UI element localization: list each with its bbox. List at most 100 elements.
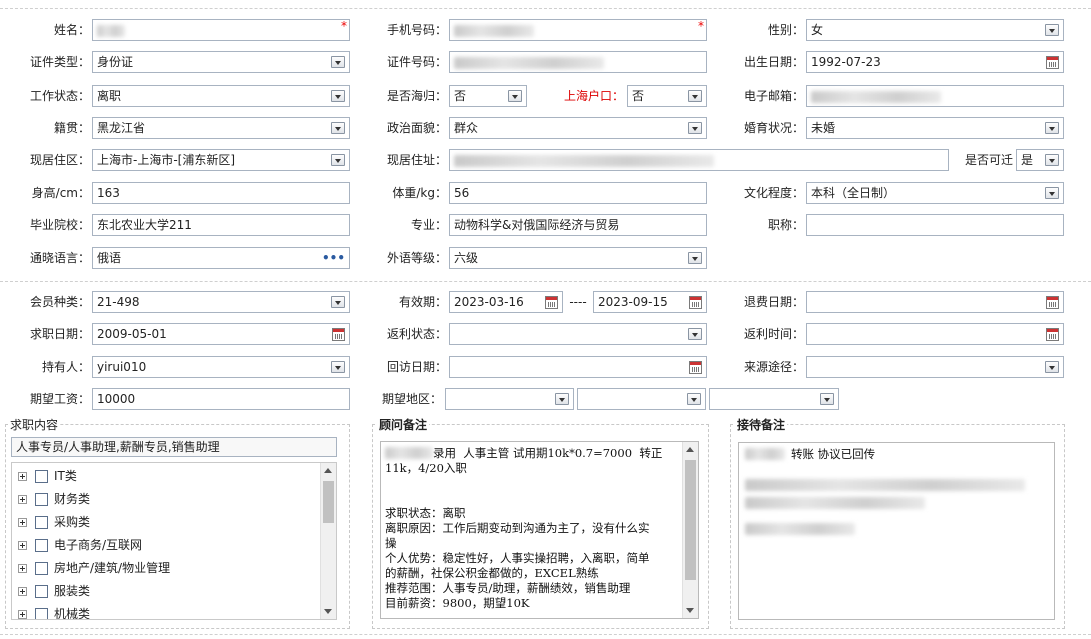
tree-item[interactable]: 机械类 bbox=[18, 604, 90, 619]
dropdown-arrow-icon[interactable] bbox=[331, 154, 345, 166]
gender-label: 性别： bbox=[767, 23, 804, 37]
checkbox[interactable] bbox=[35, 516, 48, 529]
calendar-icon[interactable] bbox=[689, 361, 702, 374]
work-status-select[interactable]: 离职 bbox=[92, 85, 350, 107]
idtype-select[interactable]: 身份证 bbox=[92, 51, 350, 73]
checkbox[interactable] bbox=[35, 493, 48, 506]
school-field[interactable]: 东北农业大学211 bbox=[92, 214, 350, 236]
expand-icon[interactable] bbox=[18, 495, 27, 504]
email-field[interactable] bbox=[806, 85, 1064, 107]
region-select-3[interactable] bbox=[709, 388, 839, 410]
phone-field[interactable]: * bbox=[449, 19, 707, 41]
salary-field[interactable]: 10000 bbox=[92, 388, 350, 410]
height-field[interactable]: 163 bbox=[92, 182, 350, 204]
dropdown-arrow-icon[interactable] bbox=[1045, 187, 1059, 199]
dropdown-arrow-icon[interactable] bbox=[331, 361, 345, 373]
calendar-icon[interactable] bbox=[1046, 56, 1059, 69]
calendar-icon[interactable] bbox=[332, 328, 345, 341]
dropdown-arrow-icon[interactable] bbox=[555, 393, 569, 405]
tree-item[interactable]: 服装类 bbox=[18, 581, 90, 601]
region-select-2[interactable] bbox=[577, 388, 706, 410]
scroll-down-icon[interactable] bbox=[686, 608, 694, 613]
source-select[interactable] bbox=[806, 356, 1064, 378]
name-field[interactable]: * bbox=[92, 19, 350, 41]
foreign-level-select[interactable]: 六级 bbox=[449, 247, 707, 269]
valid-from-field[interactable]: 2023-03-16 bbox=[449, 291, 563, 313]
scroll-down-icon[interactable] bbox=[324, 609, 332, 614]
category-tree[interactable]: IT类 财务类 采购类 电子商务/互联网 房地产/建筑/物业管理 服装类 机械类 bbox=[11, 462, 337, 620]
dropdown-arrow-icon[interactable] bbox=[331, 90, 345, 102]
weight-field[interactable]: 56 bbox=[449, 182, 707, 204]
refund-date-field[interactable] bbox=[806, 291, 1064, 313]
dropdown-arrow-icon[interactable] bbox=[688, 122, 702, 134]
scroll-thumb[interactable] bbox=[323, 481, 334, 523]
checkbox[interactable] bbox=[35, 539, 48, 552]
scrollbar[interactable] bbox=[682, 442, 698, 618]
expand-icon[interactable] bbox=[18, 518, 27, 527]
member-type-select[interactable]: 21-498 bbox=[92, 291, 350, 313]
job-title-field[interactable] bbox=[806, 214, 1064, 236]
reception-note-box[interactable]: 转账 协议已回传 bbox=[738, 442, 1055, 620]
dropdown-arrow-icon[interactable] bbox=[1045, 154, 1059, 166]
dropdown-arrow-icon[interactable] bbox=[331, 56, 345, 68]
dropdown-arrow-icon[interactable] bbox=[508, 90, 522, 102]
major-field[interactable]: 动物科学&对俄国际经济与贸易 bbox=[449, 214, 707, 236]
hukou-select[interactable]: 否 bbox=[627, 85, 707, 107]
expand-icon[interactable] bbox=[18, 541, 27, 550]
visit-date-field[interactable] bbox=[449, 356, 707, 378]
dropdown-arrow-icon[interactable] bbox=[687, 393, 701, 405]
education-select[interactable]: 本科（全日制） bbox=[806, 182, 1064, 204]
tree-item[interactable]: 房地产/建筑/物业管理 bbox=[18, 558, 170, 578]
checkbox[interactable] bbox=[35, 608, 48, 619]
checkbox[interactable] bbox=[35, 470, 48, 483]
checkbox[interactable] bbox=[35, 562, 48, 575]
expand-icon[interactable] bbox=[18, 472, 27, 481]
tree-item[interactable]: 电子商务/互联网 bbox=[18, 535, 142, 555]
calendar-icon[interactable] bbox=[1046, 296, 1059, 309]
holder-select[interactable]: yirui010 bbox=[92, 356, 350, 378]
more-options-icon[interactable]: ••• bbox=[322, 252, 345, 264]
expand-icon[interactable] bbox=[18, 564, 27, 573]
tree-item[interactable]: IT类 bbox=[18, 466, 77, 486]
valid-to-field[interactable]: 2023-09-15 bbox=[593, 291, 707, 313]
calendar-icon[interactable] bbox=[545, 296, 558, 309]
marital-select[interactable]: 未婚 bbox=[806, 117, 1064, 139]
dropdown-arrow-icon[interactable] bbox=[688, 328, 702, 340]
dropdown-arrow-icon[interactable] bbox=[688, 252, 702, 264]
calendar-icon[interactable] bbox=[1046, 328, 1059, 341]
scrollbar[interactable] bbox=[320, 463, 336, 619]
dropdown-arrow-icon[interactable] bbox=[1045, 122, 1059, 134]
dropdown-arrow-icon[interactable] bbox=[820, 393, 834, 405]
gender-select[interactable]: 女 bbox=[806, 19, 1064, 41]
dropdown-arrow-icon[interactable] bbox=[1045, 361, 1059, 373]
returnee-select[interactable]: 否 bbox=[449, 85, 527, 107]
address-field[interactable] bbox=[449, 149, 949, 171]
native-place-select[interactable]: 黑龙江省 bbox=[92, 117, 350, 139]
dropdown-arrow-icon[interactable] bbox=[1045, 24, 1059, 36]
checkbox[interactable] bbox=[35, 585, 48, 598]
dropdown-arrow-icon[interactable] bbox=[331, 122, 345, 134]
name-label: 姓名： bbox=[53, 23, 90, 37]
tree-item[interactable]: 采购类 bbox=[18, 512, 90, 532]
dropdown-arrow-icon[interactable] bbox=[331, 296, 345, 308]
idnum-field[interactable] bbox=[449, 51, 707, 73]
job-date-field[interactable]: 2009-05-01 bbox=[92, 323, 350, 345]
scroll-up-icon[interactable] bbox=[324, 468, 332, 473]
school-label: 毕业院校： bbox=[29, 218, 90, 232]
dob-field[interactable]: 1992-07-23 bbox=[806, 51, 1064, 73]
expand-icon[interactable] bbox=[18, 610, 27, 619]
dropdown-arrow-icon[interactable] bbox=[688, 90, 702, 102]
relocate-select[interactable]: 是 bbox=[1016, 149, 1064, 171]
political-select[interactable]: 群众 bbox=[449, 117, 707, 139]
language-field[interactable]: 俄语 ••• bbox=[92, 247, 350, 269]
rebate-status-select[interactable] bbox=[449, 323, 707, 345]
region-select-1[interactable] bbox=[445, 388, 574, 410]
advisor-note-box[interactable]: 录用 人事主管 试用期10k*0.7=7000 转正 11k，4/20入职 求职… bbox=[380, 441, 699, 619]
scroll-up-icon[interactable] bbox=[686, 447, 694, 452]
calendar-icon[interactable] bbox=[689, 296, 702, 309]
expand-icon[interactable] bbox=[18, 587, 27, 596]
residence-select[interactable]: 上海市-上海市-[浦东新区] bbox=[92, 149, 350, 171]
rebate-time-field[interactable] bbox=[806, 323, 1064, 345]
scroll-thumb[interactable] bbox=[685, 460, 696, 580]
tree-item[interactable]: 财务类 bbox=[18, 489, 90, 509]
